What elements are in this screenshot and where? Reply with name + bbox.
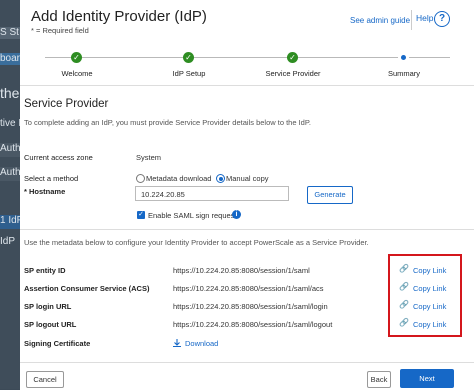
admin-guide-link[interactable]: See admin guide (350, 16, 410, 25)
bg-text-4: tive I (0, 118, 20, 130)
hostname-label: * Hostname (24, 187, 66, 196)
sp-entity-id-label: SP entity ID (24, 266, 66, 275)
next-button[interactable]: Next (400, 369, 454, 388)
hostname-input[interactable]: 10.224.20.85 (135, 186, 289, 201)
cancel-button[interactable]: Cancel (26, 371, 64, 388)
step-summary-current-icon (398, 52, 409, 63)
step-welcome-check-icon: ✓ (71, 52, 82, 63)
radio-manual-copy-label[interactable]: Manual copy (226, 174, 269, 183)
download-icon[interactable] (172, 338, 182, 348)
dialog-footer: Cancel Back Next (20, 362, 474, 390)
form-divider (20, 229, 474, 230)
bg-text-2: board (0, 53, 20, 65)
sp-login-url-label: SP login URL (24, 302, 72, 311)
acs-label: Assertion Consumer Service (ACS) (24, 284, 150, 293)
radio-manual-copy[interactable] (216, 174, 225, 183)
step-idp-setup-check-icon: ✓ (183, 52, 194, 63)
bg-text-6: Auth (0, 167, 20, 181)
section-intro: To complete adding an IdP, you must prov… (24, 118, 311, 127)
saml-sign-checkbox[interactable]: ✓ (137, 211, 145, 219)
info-icon[interactable]: i (232, 210, 241, 219)
bg-text-3: the (0, 85, 20, 103)
section-title: Service Provider (24, 98, 109, 110)
add-idp-dialog: Add Identity Provider (IdP) * = Required… (20, 0, 474, 390)
generate-button[interactable]: Generate (307, 186, 353, 204)
help-link[interactable]: Help (416, 13, 433, 23)
step-service-provider-check-icon: ✓ (287, 52, 298, 63)
signing-certificate-label: Signing Certificate (24, 339, 91, 348)
sp-logout-url-value: https://10.224.20.85:8080/session/1/saml… (173, 320, 333, 329)
step-label-service-provider: Service Provider (265, 69, 321, 78)
download-link[interactable]: Download (185, 339, 218, 348)
help-icon[interactable]: ? (434, 11, 450, 27)
stepper-divider (20, 85, 474, 86)
required-note: * = Required field (31, 26, 89, 35)
acs-value: https://10.224.20.85:8080/session/1/saml… (173, 284, 324, 293)
dialog-title: Add Identity Provider (IdP) (31, 8, 207, 25)
radio-metadata-download-label[interactable]: Metadata download (146, 174, 211, 183)
step-label-idp-setup: IdP Setup (172, 69, 206, 78)
back-button[interactable]: Back (367, 371, 391, 388)
bg-text-8: IdP (0, 236, 20, 250)
step-label-summary: Summary (387, 69, 421, 78)
method-label: Select a method (24, 174, 79, 183)
zone-label: Current access zone (24, 153, 93, 162)
bg-text-1: S St (0, 27, 20, 39)
bg-text-5: Auth (0, 143, 20, 157)
copy-links-highlight (388, 254, 462, 337)
radio-metadata-download[interactable] (136, 174, 145, 183)
step-label-welcome: Welcome (61, 69, 93, 78)
zone-value: System (136, 153, 162, 162)
sp-entity-id-value: https://10.224.20.85:8080/session/1/saml (173, 266, 310, 275)
sp-login-url-value: https://10.224.20.85:8080/session/1/saml… (173, 302, 328, 311)
header-separator (411, 10, 412, 30)
stepper-rail (45, 57, 450, 58)
metadata-intro: Use the metadata below to configure your… (24, 238, 369, 247)
saml-sign-label[interactable]: Enable SAML sign request (148, 211, 237, 220)
sp-logout-url-label: SP logout URL (24, 320, 77, 329)
bg-text-7: 1 IdP (0, 215, 20, 229)
